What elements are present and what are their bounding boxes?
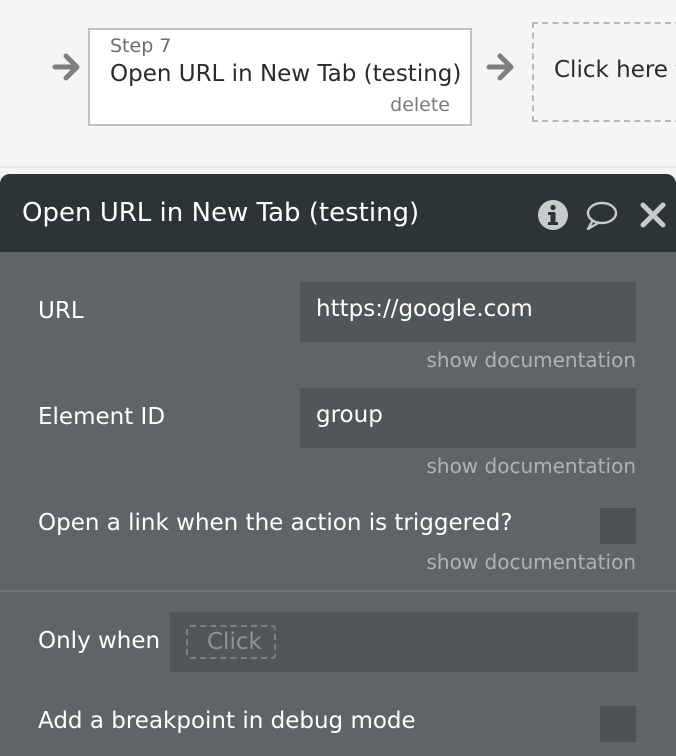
condition-placeholder-text: Click xyxy=(207,629,262,655)
url-input[interactable]: https://google.com xyxy=(300,282,636,342)
panel-title: Open URL in New Tab (testing) xyxy=(22,198,420,228)
breakpoint-checkbox[interactable] xyxy=(600,706,636,742)
panel-header: Open URL in New Tab (testing) xyxy=(0,174,676,252)
arrow-right-icon xyxy=(52,50,82,84)
condition-placeholder[interactable]: Click xyxy=(186,625,276,659)
workflow-step-card[interactable]: Step 7 Open URL in New Tab (testing) del… xyxy=(88,28,472,126)
section-divider xyxy=(0,590,676,592)
url-label: URL xyxy=(38,298,84,324)
show-documentation-link[interactable]: show documentation xyxy=(426,348,636,372)
add-step-placeholder[interactable]: Click here t xyxy=(532,22,676,122)
show-documentation-link[interactable]: show documentation xyxy=(426,454,636,478)
breakpoint-label: Add a breakpoint in debug mode xyxy=(38,708,416,734)
step-number: Step 7 xyxy=(110,35,172,57)
show-documentation-link[interactable]: show documentation xyxy=(426,550,636,574)
element-id-value: group xyxy=(316,402,383,428)
info-icon[interactable] xyxy=(536,198,570,232)
delete-step-link[interactable]: delete xyxy=(390,94,450,116)
url-value: https://google.com xyxy=(316,296,533,322)
comment-icon[interactable] xyxy=(584,198,618,232)
arrow-right-icon xyxy=(486,50,516,84)
add-step-label: Click here t xyxy=(554,57,676,83)
step-title: Open URL in New Tab (testing) xyxy=(110,61,462,87)
only-when-condition-input[interactable]: Click xyxy=(170,612,638,672)
element-id-label: Element ID xyxy=(38,404,166,430)
property-editor-panel: Open URL in New Tab (testing) URL https:… xyxy=(0,174,676,756)
divider xyxy=(0,166,676,168)
open-link-label: Open a link when the action is triggered… xyxy=(38,510,513,536)
element-id-input[interactable]: group xyxy=(300,388,636,448)
only-when-label: Only when xyxy=(38,628,161,654)
close-icon[interactable] xyxy=(636,198,670,232)
workflow-editor: Step 7 Open URL in New Tab (testing) del… xyxy=(0,0,676,756)
open-link-checkbox[interactable] xyxy=(600,508,636,544)
